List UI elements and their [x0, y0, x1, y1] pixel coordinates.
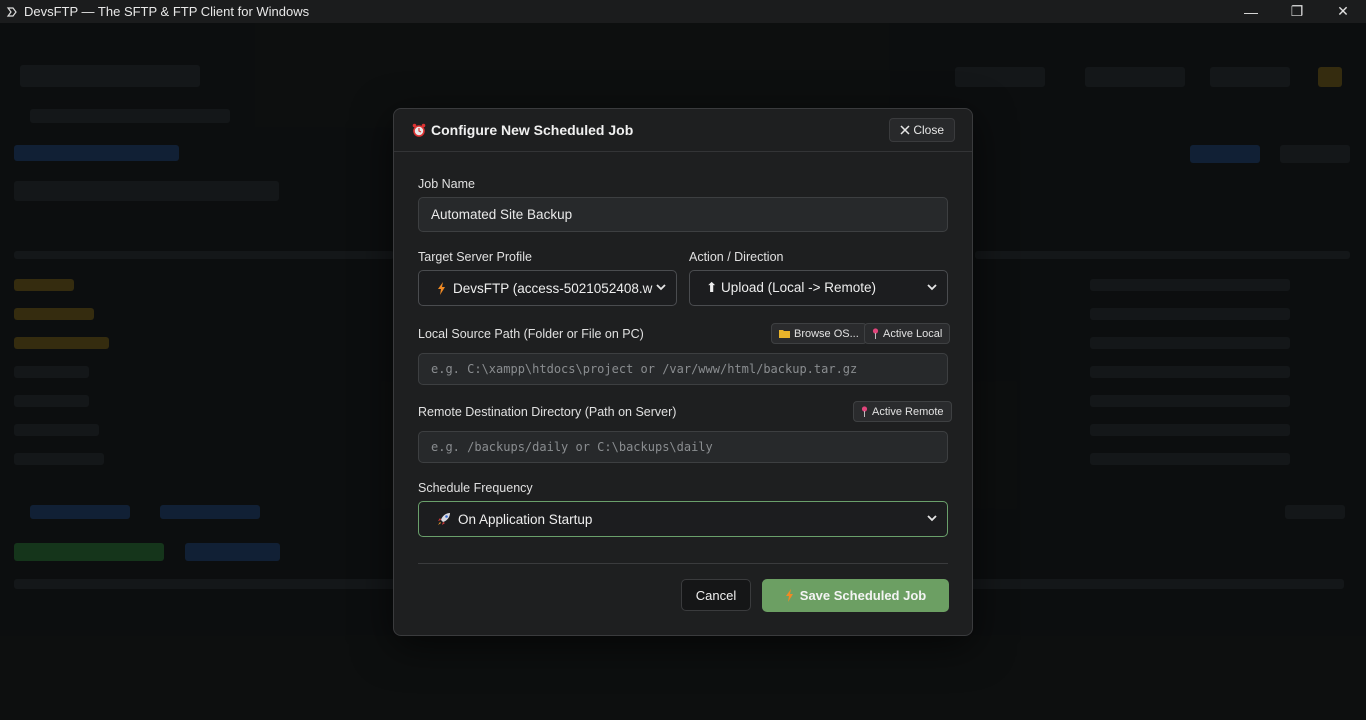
folder-icon — [779, 329, 790, 338]
chevron-down-icon — [656, 282, 666, 294]
close-dialog-button[interactable]: Close — [889, 118, 955, 142]
window-titlebar: DevsFTP — The SFTP & FTP Client for Wind… — [0, 0, 1366, 23]
bg-button — [1280, 145, 1350, 163]
dialog-header: Configure New Scheduled Job Close — [394, 109, 972, 152]
frequency-select[interactable]: On Application Startup — [418, 501, 948, 537]
action-label: Action / Direction — [689, 250, 784, 264]
close-icon — [900, 125, 910, 135]
target-server-select[interactable]: DevsFTP (access-5021052408.wel — [418, 270, 677, 306]
bg-toolbar-item — [1318, 67, 1342, 87]
minimize-icon: — — [1244, 3, 1258, 20]
frequency-value: On Application Startup — [458, 511, 593, 527]
save-label: Save Scheduled Job — [799, 588, 927, 603]
maximize-button[interactable]: ❐ — [1274, 0, 1320, 23]
bg-status-item — [30, 505, 130, 519]
target-server-value: DevsFTP (access-5021052408.wel — [453, 280, 653, 296]
bg-file-row — [14, 395, 89, 407]
job-name-label: Job Name — [418, 177, 475, 191]
bg-header-row — [14, 251, 394, 259]
bg-tabs — [30, 109, 230, 123]
frequency-label: Schedule Frequency — [418, 481, 533, 495]
close-icon: ✕ — [1337, 3, 1349, 19]
active-local-button[interactable]: Active Local — [864, 323, 951, 344]
dialog-title: Configure New Scheduled Job — [431, 122, 634, 138]
remote-path-label: Remote Destination Directory (Path on Se… — [418, 405, 677, 419]
pin-icon — [872, 328, 879, 339]
remote-path-input[interactable]: e.g. /backups/daily or C:\backups\daily — [418, 431, 948, 463]
job-name-input[interactable]: Automated Site Backup — [418, 197, 948, 232]
bg-path-bar — [14, 181, 279, 201]
window-title: DevsFTP — The SFTP & FTP Client for Wind… — [24, 4, 310, 19]
bg-file-row — [14, 308, 94, 320]
bg-button — [1190, 145, 1260, 163]
close-window-button[interactable]: ✕ — [1320, 0, 1366, 23]
bg-file-row — [14, 453, 104, 465]
target-server-label: Target Server Profile — [418, 250, 532, 264]
bg-status-item — [160, 505, 260, 519]
close-label: Close — [913, 123, 944, 137]
bg-file-row — [14, 337, 109, 349]
action-value: ⬆ Upload (Local -> Remote) — [706, 280, 877, 295]
maximize-icon: ❐ — [1290, 3, 1304, 19]
bg-toolbar-item — [1085, 67, 1185, 87]
alarm-clock-icon — [412, 123, 426, 137]
bg-progress-chip — [14, 543, 164, 561]
lightning-icon — [785, 589, 794, 602]
browse-os-button[interactable]: Browse OS... — [771, 323, 867, 344]
footer-divider — [418, 563, 948, 564]
browse-os-label: Browse OS... — [794, 327, 859, 340]
job-name-value: Automated Site Backup — [431, 207, 573, 222]
action-select[interactable]: ⬆ Upload (Local -> Remote) — [689, 270, 948, 306]
local-path-label: Local Source Path (Folder or File on PC) — [418, 327, 644, 341]
pin-icon — [861, 406, 868, 417]
bg-breadcrumb — [14, 145, 179, 161]
cancel-label: Cancel — [695, 587, 737, 603]
remote-path-placeholder: e.g. /backups/daily or C:\backups\daily — [431, 440, 713, 454]
chevron-down-icon — [927, 513, 937, 525]
chevron-down-icon — [927, 282, 937, 294]
bg-file-meta — [1090, 337, 1290, 349]
active-remote-button[interactable]: Active Remote — [853, 401, 952, 422]
bg-logo — [20, 65, 200, 87]
bg-file-meta — [1090, 453, 1290, 465]
active-local-label: Active Local — [883, 327, 943, 340]
cancel-button[interactable]: Cancel — [681, 579, 751, 611]
bg-file-row — [14, 279, 74, 291]
bg-file-row — [14, 424, 99, 436]
bg-toolbar-item — [955, 67, 1045, 87]
window-controls: — ❐ ✕ — [1228, 0, 1366, 23]
bg-file-meta — [1090, 366, 1290, 378]
bg-file-meta — [1090, 308, 1290, 320]
bg-file-meta — [1090, 279, 1290, 291]
lightning-icon — [437, 281, 446, 295]
bg-file-row — [14, 366, 89, 378]
local-path-placeholder: e.g. C:\xampp\htdocs\project or /var/www… — [431, 362, 858, 376]
local-path-input[interactable]: e.g. C:\xampp\htdocs\project or /var/www… — [418, 353, 948, 385]
bg-file-meta — [1090, 424, 1290, 436]
active-remote-label: Active Remote — [872, 405, 944, 418]
app-logo-icon — [4, 4, 20, 20]
minimize-button[interactable]: — — [1228, 0, 1274, 23]
bg-chip — [185, 543, 280, 561]
bg-toolbar-item — [1210, 67, 1290, 87]
bg-status-item — [1285, 505, 1345, 519]
bg-header-row — [975, 251, 1350, 259]
scheduled-job-dialog: Configure New Scheduled Job Close Job Na… — [393, 108, 973, 636]
save-scheduled-job-button[interactable]: Save Scheduled Job — [762, 579, 949, 612]
rocket-icon — [437, 512, 451, 526]
bg-file-meta — [1090, 395, 1290, 407]
